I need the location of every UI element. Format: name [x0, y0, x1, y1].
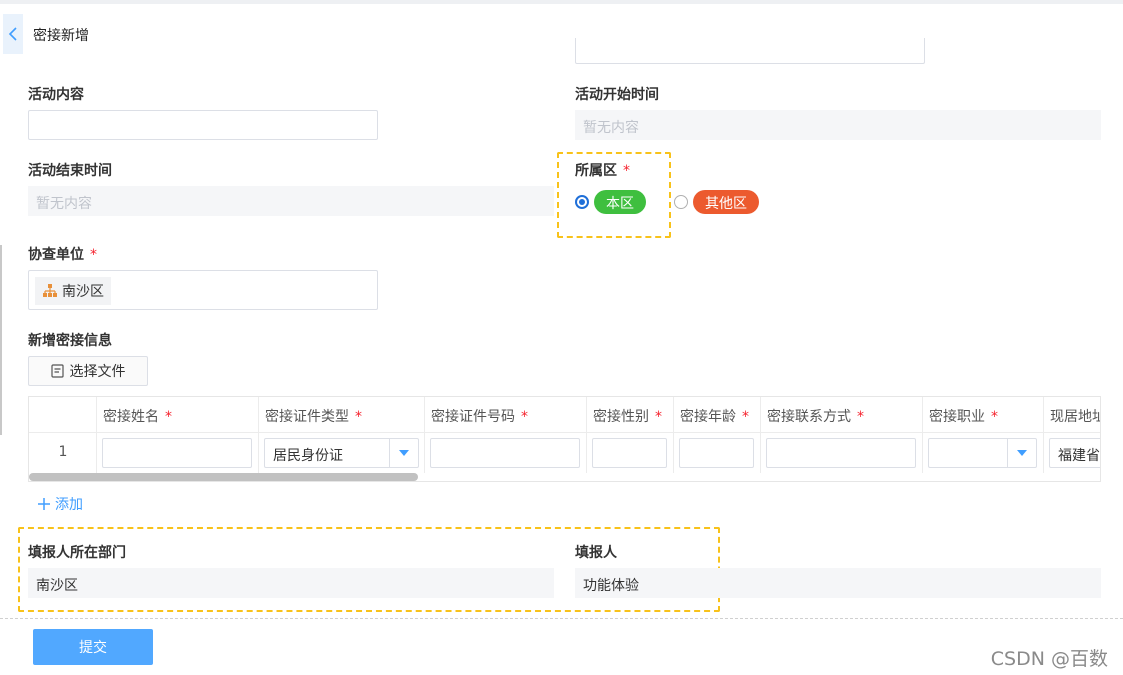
column-header-address: 现居地址	[1044, 397, 1100, 433]
required-mark: *	[857, 409, 864, 425]
assist-unit-tag[interactable]: 南沙区	[35, 277, 111, 305]
required-mark: *	[742, 409, 749, 425]
district-label-text: 所属区	[575, 163, 617, 179]
table-cell	[97, 433, 259, 473]
left-edge-bar	[0, 245, 2, 435]
activity-end-label: 活动结束时间	[28, 163, 112, 179]
select-file-button[interactable]: 选择文件	[28, 356, 148, 386]
table-cell	[674, 433, 761, 473]
add-row-link[interactable]: 添加	[37, 494, 83, 514]
row-index-cell: 1	[29, 433, 97, 473]
assist-unit-label-text: 协查单位	[28, 247, 84, 263]
reporter-field: 功能体验	[575, 568, 1101, 598]
document-icon	[50, 364, 64, 378]
column-header-text: 密接职业	[929, 409, 985, 425]
table-cell	[425, 433, 587, 473]
required-mark: *	[623, 163, 630, 179]
district-option-local[interactable]: 本区	[594, 190, 646, 214]
table-cell	[923, 433, 1044, 473]
table-cell: 居民身份证	[259, 433, 425, 473]
assist-unit-label: 协查单位 *	[28, 244, 97, 264]
column-header-text: 密接性别	[593, 409, 649, 425]
chevron-left-icon	[8, 27, 17, 41]
footer-divider	[0, 618, 1123, 619]
id-type-select[interactable]: 居民身份证	[264, 438, 419, 468]
column-header-id-type: 密接证件类型 *	[259, 397, 425, 433]
reporter-label: 填报人	[575, 545, 617, 561]
plus-icon	[38, 498, 50, 510]
required-mark: *	[991, 409, 998, 425]
column-header-text: 密接证件号码	[431, 409, 515, 425]
contact-name-input[interactable]	[102, 438, 252, 468]
required-mark: *	[355, 409, 362, 425]
required-mark: *	[165, 409, 172, 425]
reporter-dept-label: 填报人所在部门	[28, 545, 126, 561]
column-header-name: 密接姓名 *	[97, 397, 259, 433]
org-tree-icon	[43, 284, 57, 297]
dropdown-arrow-icon[interactable]	[389, 439, 418, 467]
activity-end-field: 暂无内容	[28, 186, 554, 216]
table-cell	[761, 433, 923, 473]
district-radio-other[interactable]	[674, 195, 688, 209]
assist-unit-tag-text: 南沙区	[62, 284, 104, 300]
watermark: CSDN @百数	[990, 648, 1108, 670]
table-cell: 福建省厦门	[1044, 433, 1100, 473]
contact-table: 密接姓名 * 密接证件类型 * 密接证件号码 * 密接性别 * 密接年龄 * 密接联系方式…	[28, 396, 1101, 482]
column-header-gender: 密接性别 *	[587, 397, 674, 433]
column-header-text: 密接姓名	[103, 409, 159, 425]
required-mark: *	[90, 247, 97, 263]
column-header-occupation: 密接职业 *	[923, 397, 1044, 433]
id-type-value: 居民身份证	[273, 448, 343, 464]
address-input[interactable]: 福建省厦门	[1049, 438, 1100, 468]
district-option-other[interactable]: 其他区	[693, 190, 759, 214]
age-input[interactable]	[679, 438, 754, 468]
column-header-text: 密接年龄	[680, 409, 736, 425]
column-header-phone: 密接联系方式 *	[761, 397, 923, 433]
activity-start-field: 暂无内容	[575, 110, 1101, 140]
activity-content-input[interactable]	[28, 110, 378, 140]
row-index: 1	[58, 444, 68, 460]
column-header-index	[29, 397, 97, 433]
add-row-label: 添加	[55, 497, 83, 513]
new-contact-info-label: 新增密接信息	[28, 333, 112, 349]
district-label: 所属区 *	[575, 160, 630, 180]
phone-input[interactable]	[766, 438, 916, 468]
activity-start-label: 活动开始时间	[575, 87, 659, 103]
submit-button[interactable]: 提交	[33, 629, 153, 665]
district-radio-local[interactable]	[575, 195, 589, 209]
reporter-dept-field: 南沙区	[28, 568, 554, 598]
gender-input[interactable]	[592, 438, 667, 468]
truncated-field[interactable]	[575, 38, 925, 64]
column-header-id-number: 密接证件号码 *	[425, 397, 587, 433]
column-header-text: 密接联系方式	[767, 409, 851, 425]
back-button[interactable]	[3, 14, 23, 54]
select-file-label: 选择文件	[69, 364, 126, 380]
page-title: 密接新增	[33, 28, 89, 44]
dropdown-arrow-icon[interactable]	[1007, 439, 1036, 467]
column-header-text: 密接证件类型	[265, 409, 349, 425]
required-mark: *	[521, 409, 528, 425]
table-horizontal-scrollbar[interactable]	[29, 473, 418, 481]
occupation-select[interactable]	[928, 438, 1037, 468]
required-mark: *	[655, 409, 662, 425]
column-header-age: 密接年龄 *	[674, 397, 761, 433]
top-divider	[0, 0, 1123, 4]
id-number-input[interactable]	[430, 438, 580, 468]
activity-content-label: 活动内容	[28, 87, 84, 103]
table-cell	[587, 433, 674, 473]
